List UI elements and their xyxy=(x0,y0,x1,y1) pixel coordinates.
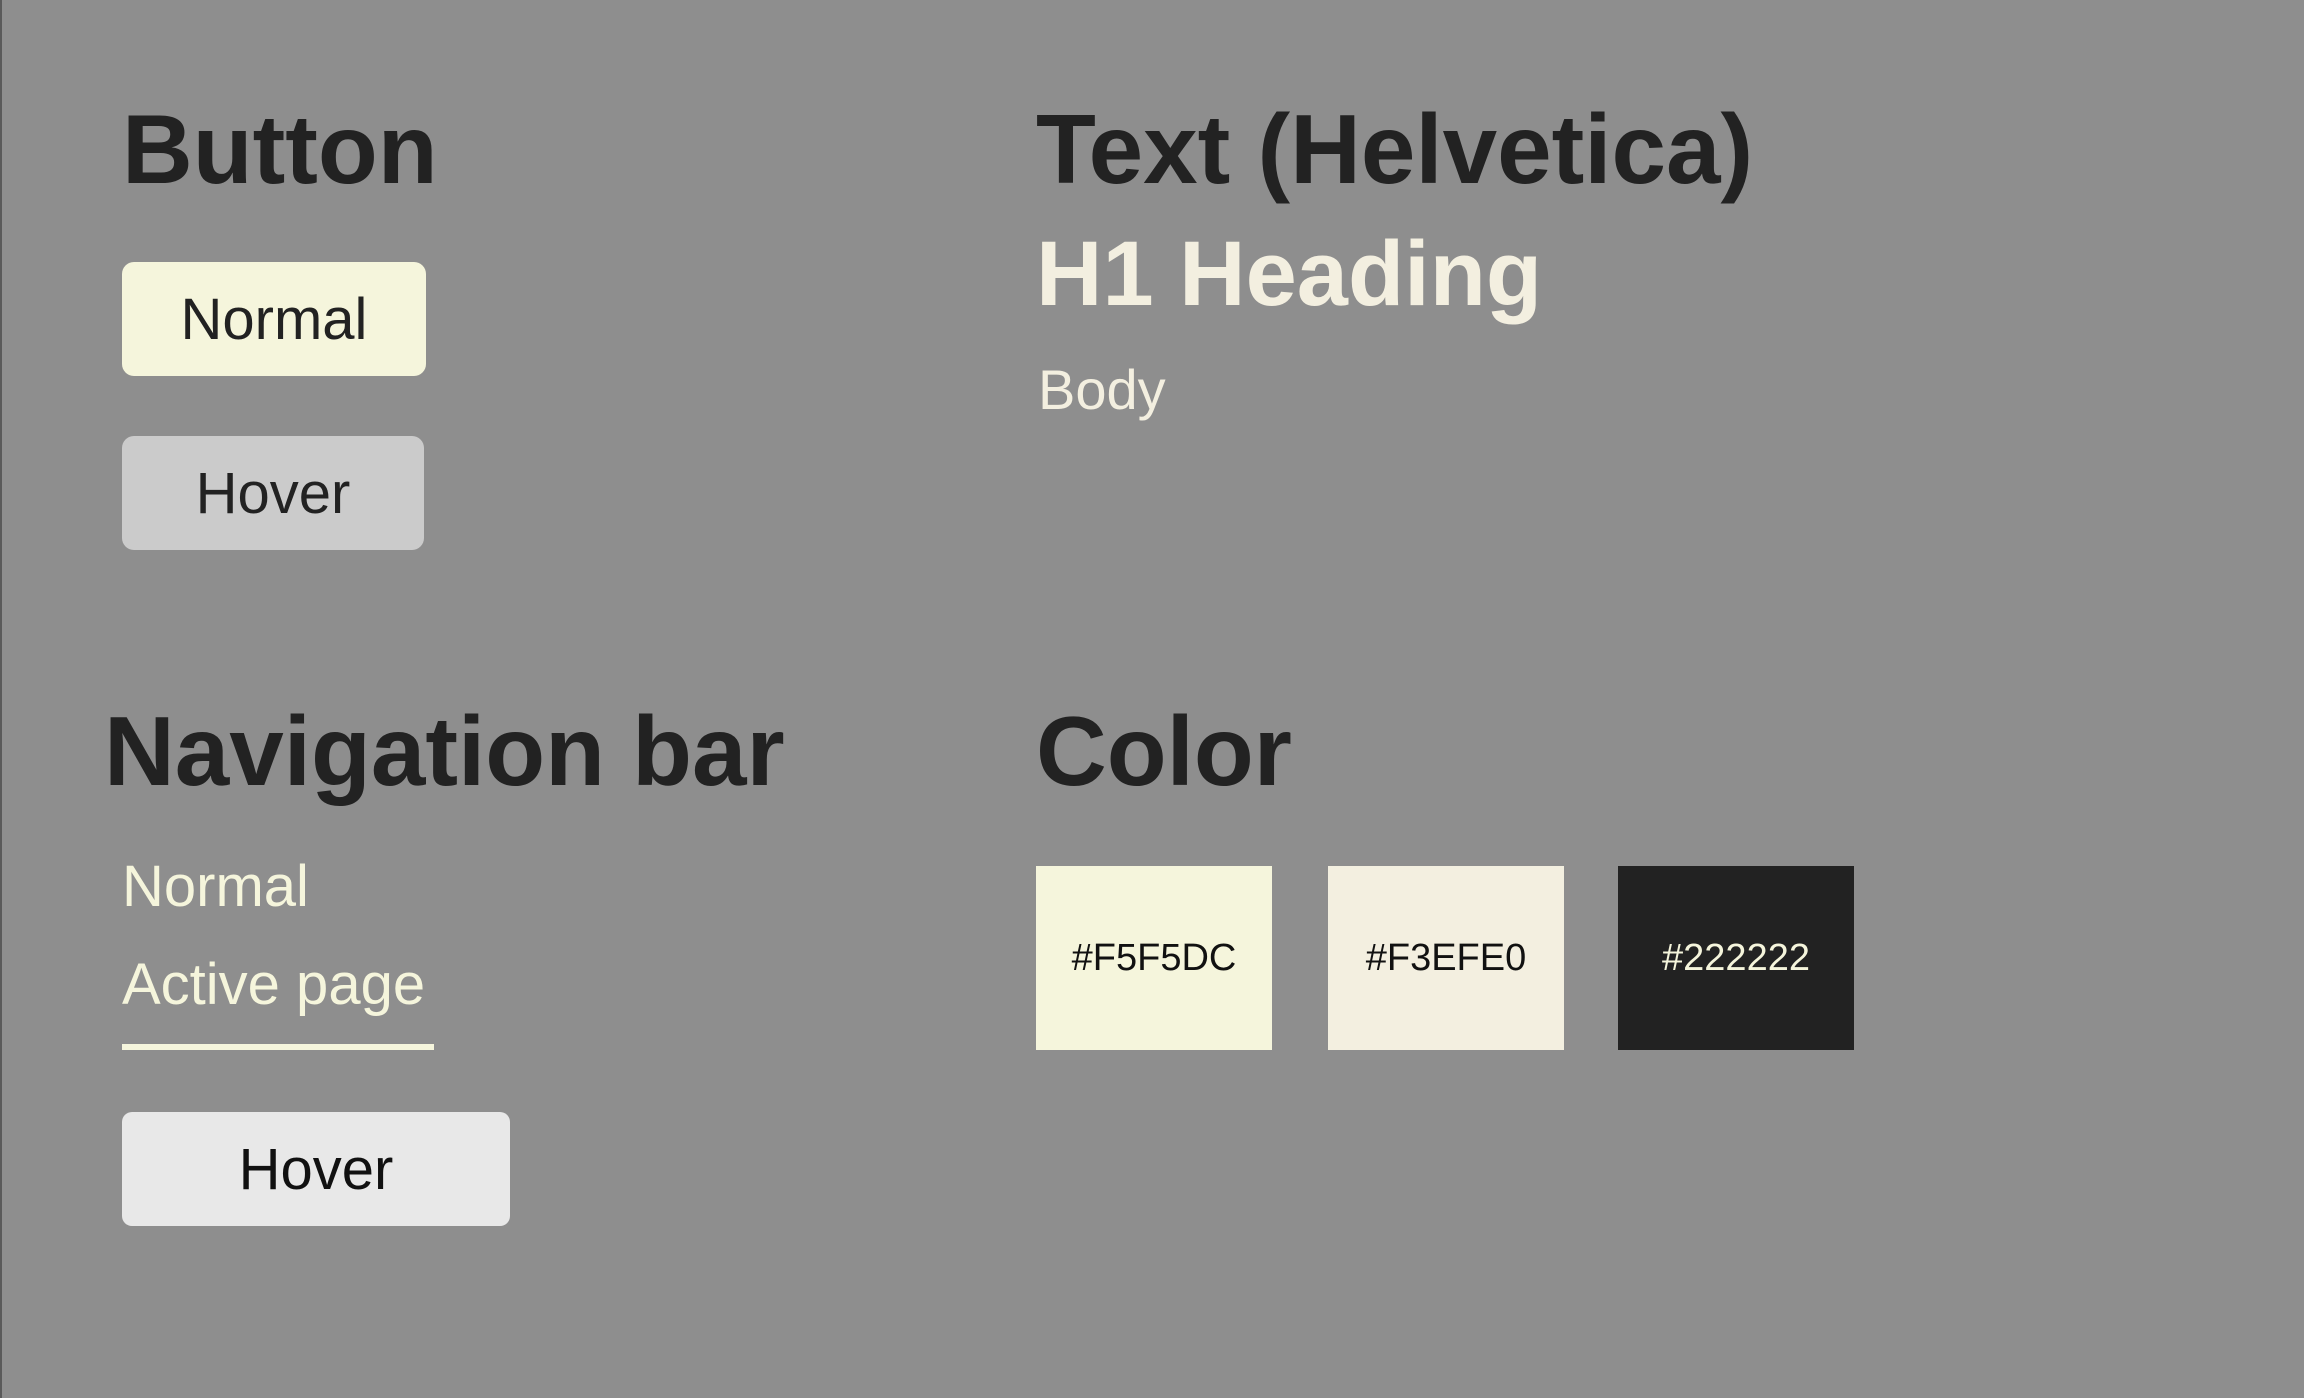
nav-item-normal[interactable]: Normal xyxy=(122,858,309,916)
left-edge-divider xyxy=(0,0,2,1398)
swatch-hex-label: #F3EFE0 xyxy=(1365,936,1527,979)
color-swatch-cream: #F3EFE0 xyxy=(1328,866,1564,1050)
button-normal-sample[interactable]: Normal xyxy=(122,262,426,376)
body-text-sample: Body xyxy=(1038,358,1166,421)
color-swatch-dark: #222222 xyxy=(1618,866,1854,1050)
navigation-section-title: Navigation bar xyxy=(104,696,785,806)
nav-active-underline xyxy=(122,1044,434,1050)
text-section-title: Text (Helvetica) xyxy=(1036,94,1754,204)
swatch-hex-label: #F5F5DC xyxy=(1071,936,1237,979)
button-normal-label: Normal xyxy=(180,286,368,352)
nav-item-active-page[interactable]: Active page xyxy=(122,956,425,1014)
h1-heading-sample: H1 Heading xyxy=(1036,223,1543,325)
nav-hover-label: Hover xyxy=(238,1136,394,1202)
button-hover-label: Hover xyxy=(195,460,351,526)
swatch-hex-label: #222222 xyxy=(1662,936,1810,979)
nav-item-hover[interactable]: Hover xyxy=(122,1112,510,1226)
button-hover-sample[interactable]: Hover xyxy=(122,436,424,550)
color-section-title: Color xyxy=(1036,696,1292,806)
color-swatch-beige: #F5F5DC xyxy=(1036,866,1272,1050)
button-section-title: Button xyxy=(122,94,438,204)
